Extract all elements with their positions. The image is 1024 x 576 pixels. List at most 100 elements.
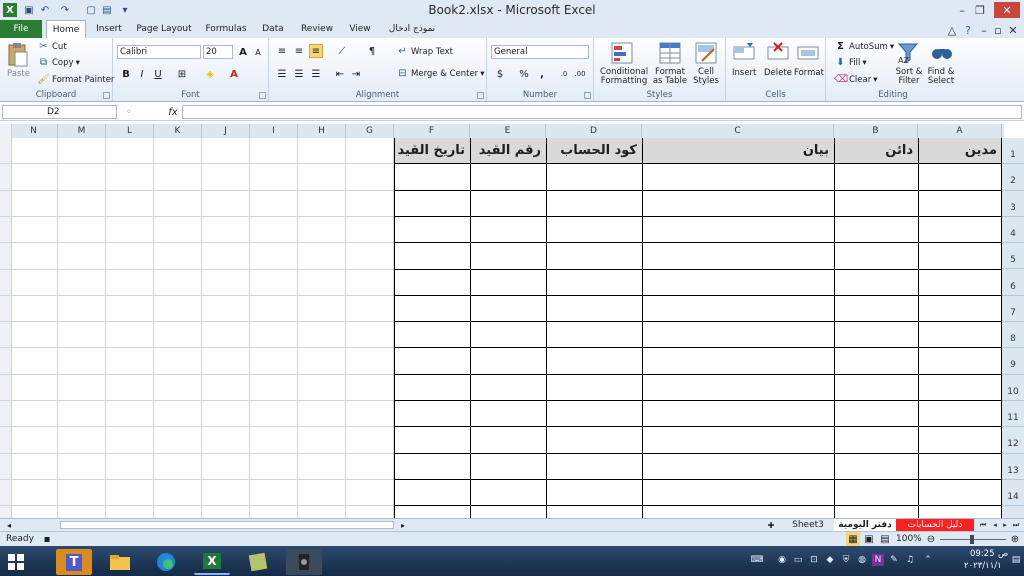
row-header-13[interactable]: 13 <box>1002 454 1024 480</box>
hscroll-right-icon[interactable]: ▸ <box>396 518 410 532</box>
tab-home[interactable]: Home <box>46 20 86 39</box>
clock-time[interactable]: 09:25 <box>970 549 995 559</box>
network-icon[interactable]: ⊡ <box>808 554 820 566</box>
onenote-icon[interactable]: N <box>872 554 884 566</box>
column-header-g[interactable]: G <box>346 124 394 138</box>
row-header-5[interactable]: 5 <box>1002 243 1024 270</box>
sheet-tab-sheet3[interactable]: Sheet3 <box>786 519 830 531</box>
underline-button[interactable]: U <box>151 67 165 81</box>
clipboard-launcher-icon[interactable] <box>103 92 110 99</box>
insert-cells-icon[interactable] <box>732 41 758 67</box>
horizontal-scrollbar[interactable] <box>60 521 394 529</box>
increase-decimal-icon[interactable]: .0 <box>557 67 571 81</box>
paste-icon[interactable] <box>6 42 32 68</box>
column-header-j[interactable]: J <box>202 124 250 138</box>
font-launcher-icon[interactable] <box>259 92 266 99</box>
column-header-b[interactable]: B <box>834 124 918 138</box>
align-right-icon[interactable]: ☰ <box>309 67 323 81</box>
sort-filter-icon[interactable]: AZ <box>896 41 922 67</box>
clock-date[interactable]: ٢٠٢٣/١١/١ <box>964 561 1002 571</box>
bold-button[interactable]: B <box>119 67 133 81</box>
align-top-icon[interactable]: ≡ <box>275 44 289 58</box>
delete-cells-button[interactable]: Delete <box>764 68 792 78</box>
rtl-icon[interactable]: ¶ <box>365 44 379 58</box>
security-icon[interactable]: ◆ <box>824 554 836 566</box>
orientation-icon[interactable]: ⟋ <box>335 44 349 58</box>
zoom-level[interactable]: 100% <box>896 534 922 544</box>
row-header-7[interactable]: 7 <box>1002 296 1024 323</box>
last-sheet-icon[interactable]: ⏭ <box>1009 518 1023 532</box>
align-middle-icon[interactable]: ≡ <box>292 44 306 58</box>
alignment-launcher-icon[interactable] <box>477 92 484 99</box>
decrease-indent-icon[interactable]: ⇤ <box>333 67 347 81</box>
zoom-in-icon[interactable]: ⊕ <box>1008 532 1022 546</box>
notifications-icon[interactable]: ▤ <box>1010 554 1022 566</box>
file-explorer-icon[interactable] <box>102 549 138 575</box>
decrease-decimal-icon[interactable]: .00 <box>573 67 587 81</box>
name-box[interactable]: D2 <box>2 105 117 119</box>
display-icon[interactable]: ▭ <box>792 554 804 566</box>
percent-button[interactable]: % <box>517 67 531 81</box>
row-header-10[interactable]: 10 <box>1002 375 1024 401</box>
hscroll-left-icon[interactable]: ◂ <box>2 518 16 532</box>
column-header-i[interactable]: I <box>250 124 298 138</box>
header-cell-a[interactable]: مدين <box>919 138 1002 164</box>
column-header-c[interactable]: C <box>642 124 834 138</box>
row-header-1[interactable]: 1 <box>1002 138 1024 165</box>
zoom-out-icon[interactable]: ⊖ <box>924 532 938 546</box>
doc-restore-icon[interactable]: ▫ <box>990 22 1006 38</box>
speaker-icon[interactable]: ♫ <box>904 554 916 566</box>
normal-view-icon[interactable]: ▦ <box>846 532 860 546</box>
tab-view[interactable]: View <box>346 20 374 38</box>
row-header-6[interactable]: 6 <box>1002 270 1024 296</box>
column-header-d[interactable]: D <box>546 124 642 138</box>
row-header-14[interactable]: 14 <box>1002 480 1024 507</box>
tab-input-form[interactable]: نموذج ادخال <box>386 20 438 38</box>
borders-icon[interactable]: ⊞ <box>175 67 189 81</box>
tab-formulas[interactable]: Formulas <box>204 20 248 38</box>
chevron-up-icon[interactable]: ⌃ <box>922 554 934 566</box>
clear-button[interactable]: ⌫ Clear ▾ <box>834 74 878 86</box>
sheet-tab-journal[interactable]: دفتر اليومية <box>834 519 896 531</box>
row-header-8[interactable]: 8 <box>1002 322 1024 349</box>
media-app-icon[interactable] <box>286 549 322 575</box>
formula-bar-handle-icon[interactable]: ◦ <box>122 105 136 119</box>
format-cells-icon[interactable] <box>796 41 822 67</box>
header-cell-b[interactable]: دائن <box>835 138 918 164</box>
tab-review[interactable]: Review <box>300 20 334 38</box>
row-header-12[interactable]: 12 <box>1002 427 1024 454</box>
tab-file[interactable]: File <box>0 20 42 38</box>
comma-button[interactable]: , <box>535 67 549 81</box>
notes-app-icon[interactable] <box>240 549 276 575</box>
align-left-icon[interactable]: ☰ <box>275 67 289 81</box>
sort-filter-button[interactable]: Sort & Filter <box>894 68 924 86</box>
formula-input[interactable] <box>182 105 1022 119</box>
merge-center-button[interactable]: ⊟ Merge & Center ▾ <box>396 68 484 80</box>
sheet-tab-accounts[interactable]: دليل الحسابات <box>896 519 974 531</box>
row-header-2[interactable]: 2 <box>1002 164 1024 191</box>
conditional-formatting-icon[interactable] <box>610 41 636 67</box>
restore-icon[interactable]: ❐ <box>972 2 988 18</box>
header-cell-f[interactable]: تاريخ القيد <box>395 138 470 164</box>
bluetooth-icon[interactable]: ◉ <box>776 554 788 566</box>
paste-button[interactable]: Paste <box>7 69 30 79</box>
cut-button[interactable]: ✂ Cut <box>37 41 66 53</box>
zoom-slider-thumb[interactable] <box>970 535 974 544</box>
find-select-icon[interactable] <box>930 41 956 67</box>
row-header-9[interactable]: 9 <box>1002 348 1024 375</box>
column-header-a[interactable]: A <box>918 124 1002 138</box>
page-break-view-icon[interactable]: ▤ <box>878 532 892 546</box>
align-bottom-icon[interactable]: ≡ <box>309 44 323 58</box>
column-header-k[interactable]: K <box>154 124 202 138</box>
excel-taskbar-icon[interactable]: X <box>194 549 230 575</box>
page-layout-view-icon[interactable]: ▣ <box>862 532 876 546</box>
column-header-l[interactable]: L <box>106 124 154 138</box>
format-painter-button[interactable]: 🖌 Format Painter <box>37 74 114 86</box>
ribbon-collapse-icon[interactable]: △ <box>944 22 960 38</box>
format-as-table-icon[interactable] <box>658 41 684 67</box>
find-select-button[interactable]: Find & Select <box>926 68 956 86</box>
fill-button[interactable]: ⬇ Fill ▾ <box>834 57 866 69</box>
worksheet-grid[interactable]: تاريخ القيد رقم القيد كود الحساب بيان دائن مد… <box>0 138 1002 518</box>
italic-button[interactable]: I <box>135 67 149 81</box>
keyboard-icon[interactable]: ⌨ <box>746 554 768 566</box>
